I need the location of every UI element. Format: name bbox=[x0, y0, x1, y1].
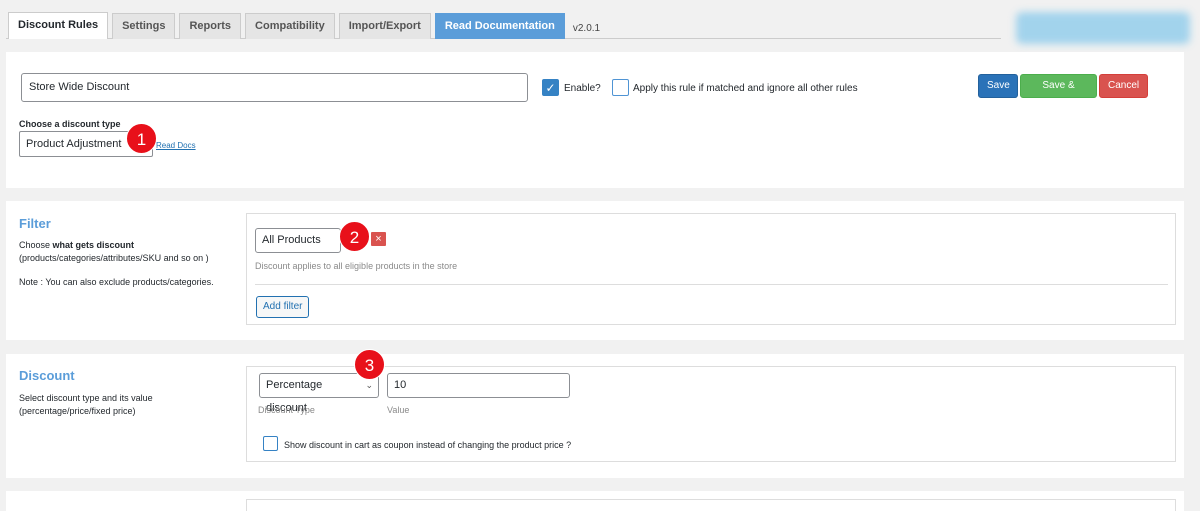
enable-label: Enable? bbox=[564, 83, 601, 94]
tab-reports[interactable]: Reports bbox=[179, 13, 242, 39]
step-badge-1: 1 bbox=[126, 123, 157, 154]
read-docs-link[interactable]: Read Docs bbox=[156, 141, 196, 150]
tab-bar: Discount Rules Settings Reports Compatib… bbox=[8, 12, 600, 39]
remove-filter-icon[interactable]: × bbox=[371, 232, 386, 246]
discount-panel: Discount Select discount type and its va… bbox=[6, 349, 1184, 478]
rules-panel-partial bbox=[6, 491, 1184, 511]
filter-title: Filter bbox=[19, 216, 51, 231]
discount-value-input[interactable]: 10 bbox=[387, 373, 570, 398]
filter-box: All Products × Discount applies to all e… bbox=[246, 213, 1176, 325]
step-badge-2: 2 bbox=[339, 221, 370, 252]
blurred-banner bbox=[1016, 12, 1190, 44]
filter-note: Note : You can also exclude products/cat… bbox=[19, 277, 214, 287]
filter-description: Choose what gets discount (products/cate… bbox=[19, 240, 209, 263]
save-button[interactable]: Save bbox=[978, 74, 1018, 98]
apply-exclusive-checkbox[interactable] bbox=[612, 79, 629, 96]
filter-type-select[interactable]: All Products bbox=[255, 228, 341, 253]
rule-name-input[interactable]: Store Wide Discount bbox=[21, 73, 528, 102]
filter-divider bbox=[255, 284, 1168, 285]
tab-compatibility[interactable]: Compatibility bbox=[245, 13, 335, 39]
version-label: v2.0.1 bbox=[572, 23, 601, 34]
rules-box-partial bbox=[246, 499, 1176, 511]
cancel-button[interactable]: Cancel bbox=[1099, 74, 1148, 98]
coupon-label: Show discount in cart as coupon instead … bbox=[284, 440, 572, 450]
discount-value-hint: Value bbox=[387, 405, 410, 415]
discount-type-hint: Discount Type bbox=[258, 405, 315, 415]
tab-discount-rules[interactable]: Discount Rules bbox=[8, 12, 109, 39]
rule-header-panel: Store Wide Discount ✓ Enable? Apply this… bbox=[6, 52, 1184, 188]
add-filter-button[interactable]: Add filter bbox=[256, 296, 310, 318]
discount-title: Discount bbox=[19, 368, 75, 383]
discount-type-label: Choose a discount type bbox=[19, 119, 121, 129]
discount-box: Percentage discount ⌄ Discount Type 10 V… bbox=[246, 366, 1176, 462]
step-badge-3: 3 bbox=[354, 349, 385, 380]
save-close-button[interactable]: Save & Close bbox=[1020, 74, 1097, 113]
discount-description: Select discount type and its value (perc… bbox=[19, 393, 153, 416]
coupon-checkbox[interactable] bbox=[263, 436, 278, 451]
filter-hint: Discount applies to all eligible product… bbox=[255, 261, 458, 271]
tab-settings[interactable]: Settings bbox=[112, 13, 176, 39]
filter-panel: Filter Choose what gets discount (produc… bbox=[6, 201, 1184, 340]
enable-checkbox[interactable]: ✓ bbox=[542, 79, 559, 96]
tab-import-export[interactable]: Import/Export bbox=[338, 13, 431, 39]
apply-exclusive-label: Apply this rule if matched and ignore al… bbox=[633, 83, 858, 94]
tab-read-documentation[interactable]: Read Documentation bbox=[434, 13, 565, 39]
